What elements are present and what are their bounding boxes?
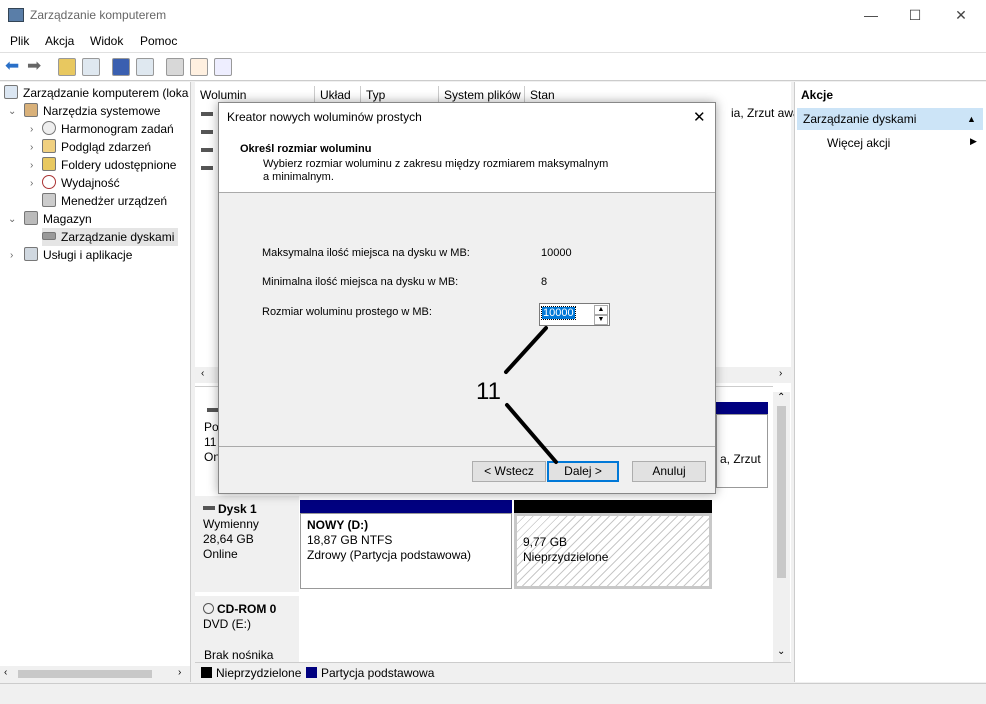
annotation-line-to-next [505,403,558,464]
annotation-lines [504,326,558,464]
annotation-line-to-input [504,326,548,374]
annotation-number: 11 [476,378,501,405]
